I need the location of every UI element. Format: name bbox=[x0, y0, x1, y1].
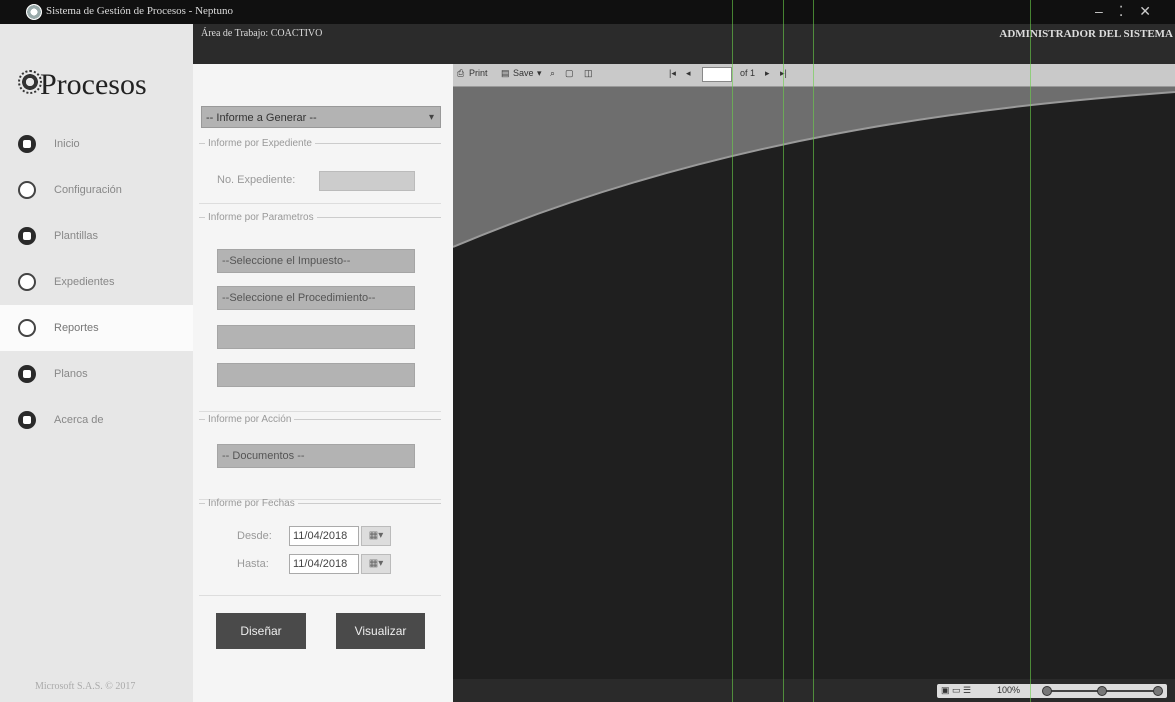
calendar-icon[interactable]: ▦▾ bbox=[361, 554, 391, 574]
print-button[interactable]: Print bbox=[469, 68, 488, 78]
pencil-icon bbox=[18, 227, 36, 245]
sidebar-item-label: Inicio bbox=[54, 138, 80, 150]
sidebar-item-label: Acerca de bbox=[54, 414, 104, 426]
report-type-select[interactable]: -- Informe a Generar -- ▾ bbox=[201, 106, 441, 128]
hasta-label: Hasta: bbox=[237, 558, 269, 570]
footer-copyright: Microsoft S.A.S. © 2017 bbox=[35, 681, 136, 692]
info-icon bbox=[18, 411, 36, 429]
sidebar-item-label: Reportes bbox=[54, 322, 99, 334]
design-button[interactable]: Diseñar bbox=[216, 613, 306, 649]
procedimiento-select[interactable]: --Seleccione el Procedimiento-- bbox=[217, 286, 415, 310]
user-label: ADMINISTRADOR DEL SISTEMA bbox=[999, 28, 1173, 40]
desde-date-input[interactable]: 11/04/2018 bbox=[289, 526, 359, 546]
background-curve bbox=[453, 87, 1175, 248]
documentos-select[interactable]: -- Documentos -- bbox=[217, 444, 415, 468]
save-dropdown-icon[interactable]: ▾ bbox=[537, 68, 542, 79]
sidebar: Procesos Inicio Configuración Plantillas… bbox=[0, 24, 193, 702]
title-bar: Sistema de Gestión de Procesos - Neptuno… bbox=[0, 0, 1175, 24]
database-icon bbox=[18, 365, 36, 383]
sidebar-item-configuracion[interactable]: Configuración bbox=[0, 167, 193, 213]
calendar-icon[interactable]: ▦▾ bbox=[361, 526, 391, 546]
find-icon[interactable]: ⌕ bbox=[550, 68, 555, 79]
hasta-date-input[interactable]: 11/04/2018 bbox=[289, 554, 359, 574]
sidebar-item-reportes[interactable]: Reportes bbox=[0, 305, 193, 351]
page-count: of 1 bbox=[740, 68, 756, 78]
gear-logo-icon bbox=[18, 70, 42, 94]
scan-line bbox=[732, 0, 733, 702]
section-title: Informe por Parametros bbox=[208, 212, 314, 223]
zoom-slider-handle[interactable] bbox=[1097, 686, 1107, 696]
zoom-out-icon[interactable] bbox=[1042, 686, 1052, 696]
impuesto-select[interactable]: --Seleccione el Impuesto-- bbox=[217, 249, 415, 273]
sidebar-item-label: Planos bbox=[54, 368, 88, 380]
section-title: Informe por Expediente bbox=[208, 138, 312, 149]
sidebar-item-label: Configuración bbox=[54, 184, 122, 196]
settings-icon bbox=[18, 181, 36, 199]
export-icon[interactable]: ◫ bbox=[584, 68, 593, 79]
next-page-icon[interactable]: ▸ bbox=[765, 68, 770, 79]
area-label: Área de Trabajo: COACTIVO bbox=[201, 28, 323, 39]
report-viewer: ⎙ Print ▤ Save ▾ ⌕ ▢ ◫ |◂ ◂ of 1 ▸ ▸| ▣ … bbox=[453, 64, 1175, 702]
report-canvas bbox=[453, 87, 1175, 679]
chevron-down-icon: ▾ bbox=[428, 112, 434, 123]
home-icon bbox=[18, 135, 36, 153]
sidebar-item-acerca[interactable]: Acerca de bbox=[0, 397, 193, 443]
sidebar-item-label: Plantillas bbox=[54, 230, 99, 242]
sidebar-item-expedientes[interactable]: Expedientes bbox=[0, 259, 193, 305]
view-button[interactable]: Visualizar bbox=[336, 613, 425, 649]
page-setup-icon[interactable]: ▢ bbox=[565, 68, 574, 79]
zoom-control[interactable]: ▣ ▭ ☰ 100% bbox=[937, 684, 1167, 698]
viewer-toolbar: ⎙ Print ▤ Save ▾ ⌕ ▢ ◫ |◂ ◂ of 1 ▸ ▸| bbox=[453, 64, 1175, 87]
folder-icon bbox=[18, 273, 36, 291]
view-mode-icons[interactable]: ▣ ▭ ☰ bbox=[941, 685, 971, 696]
prev-page-icon[interactable]: ◂ bbox=[686, 68, 691, 79]
first-page-icon[interactable]: |◂ bbox=[669, 68, 676, 79]
expediente-input[interactable] bbox=[319, 171, 415, 191]
logo-text: Procesos bbox=[40, 68, 147, 101]
desde-label: Desde: bbox=[237, 530, 272, 542]
save-button[interactable]: Save bbox=[513, 68, 534, 78]
scan-line bbox=[783, 0, 784, 702]
parameter-select-3[interactable] bbox=[217, 325, 415, 349]
window-controls[interactable]: –⁚✕ bbox=[1095, 3, 1167, 20]
section-title: Informe por Acción bbox=[208, 414, 292, 425]
sidebar-item-plantillas[interactable]: Plantillas bbox=[0, 213, 193, 259]
parameter-select-4[interactable] bbox=[217, 363, 415, 387]
report-type-value: -- Informe a Generar -- bbox=[206, 112, 317, 124]
window-title: Sistema de Gestión de Procesos - Neptuno bbox=[46, 5, 233, 17]
scan-line bbox=[813, 0, 814, 702]
save-icon[interactable]: ▤ bbox=[501, 68, 510, 79]
print-icon[interactable]: ⎙ bbox=[457, 68, 464, 79]
page-number-input[interactable] bbox=[702, 67, 732, 82]
fechas-section: Informe por Fechas bbox=[199, 498, 441, 596]
sidebar-item-planos[interactable]: Planos bbox=[0, 351, 193, 397]
section-title: Informe por Fechas bbox=[208, 498, 295, 509]
chart-icon bbox=[18, 319, 36, 337]
zoom-in-icon[interactable] bbox=[1153, 686, 1163, 696]
viewer-statusbar: ▣ ▭ ☰ 100% bbox=[453, 679, 1175, 702]
sidebar-item-label: Expedientes bbox=[54, 276, 115, 288]
scan-line bbox=[1030, 0, 1031, 702]
expediente-label: No. Expediente: bbox=[217, 174, 296, 186]
report-form-panel: -- Informe a Generar -- ▾ Informe por Ex… bbox=[193, 64, 453, 702]
sidebar-menu: Inicio Configuración Plantillas Expedien… bbox=[0, 121, 193, 443]
zoom-label: 100% bbox=[997, 685, 1021, 695]
app-icon bbox=[26, 4, 42, 20]
sidebar-item-inicio[interactable]: Inicio bbox=[0, 121, 193, 167]
